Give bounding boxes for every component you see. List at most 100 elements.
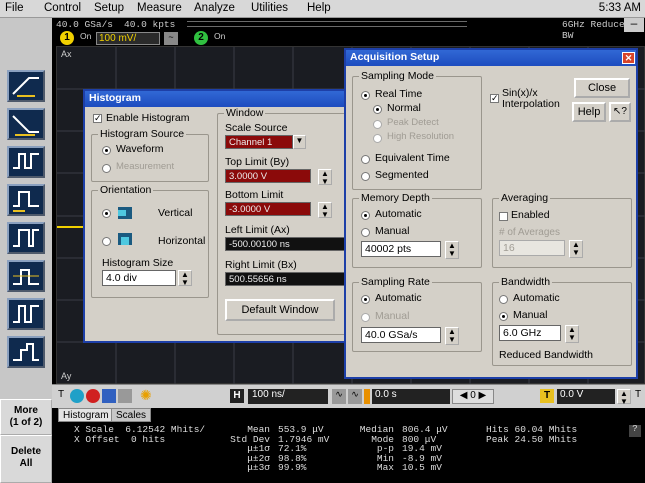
right-limit-field[interactable]: 500.55656 ns bbox=[225, 272, 353, 286]
bottom-limit-spinner[interactable]: ▲ ▼ bbox=[318, 202, 332, 219]
normal-radio[interactable] bbox=[373, 105, 382, 114]
more-button[interactable]: More (1 of 2) bbox=[0, 399, 52, 435]
timebase-fine-icon[interactable]: ∿ bbox=[332, 389, 346, 404]
transition-trigger-button[interactable] bbox=[7, 298, 45, 330]
h-label: H bbox=[233, 390, 241, 401]
timeout-trigger-button[interactable] bbox=[7, 222, 45, 254]
ch1-coupling-icon[interactable]: ~ bbox=[164, 32, 178, 45]
histogram-size-field[interactable]: 4.0 div bbox=[102, 270, 176, 286]
t-marker-left: T bbox=[58, 389, 65, 400]
delete-all-button[interactable]: Delete All bbox=[0, 435, 52, 483]
timebase-coarse-icon[interactable]: ∿ bbox=[348, 389, 362, 404]
minimize-icon[interactable]: – bbox=[624, 17, 644, 32]
print-icon[interactable] bbox=[118, 389, 132, 403]
sampling-rate-spinner[interactable]: ▲ ▼ bbox=[445, 327, 459, 345]
bandwidth-spinner[interactable]: ▲ ▼ bbox=[565, 325, 579, 343]
menu-utilities[interactable]: Utilities bbox=[251, 2, 288, 14]
num-averages-spinner[interactable]: ▲ ▼ bbox=[569, 240, 583, 258]
context-help-button[interactable]: ↖? bbox=[609, 102, 631, 122]
menu-help[interactable]: Help bbox=[307, 2, 331, 14]
bottom-limit-field[interactable]: -3.0000 V bbox=[225, 202, 311, 216]
memory-depth-value: 40002 pts bbox=[365, 243, 412, 255]
help-icon[interactable]: ? bbox=[629, 424, 641, 437]
navigation-control[interactable]: ◀ 0 ▶ bbox=[452, 389, 494, 404]
bw-automatic-radio[interactable] bbox=[499, 295, 508, 304]
equivalent-time-radio[interactable] bbox=[361, 155, 370, 164]
num-averages-value: 16 bbox=[503, 242, 515, 254]
autoscale-icon[interactable]: ✺ bbox=[140, 387, 152, 404]
pulse-width-trigger-button[interactable] bbox=[7, 146, 45, 178]
acquisition-dialog-title[interactable]: Acquisition Setup bbox=[346, 50, 636, 66]
trigger-icon[interactable]: T bbox=[540, 389, 554, 403]
sampling-mode-label: Sampling Mode bbox=[359, 70, 436, 82]
memory-automatic-radio[interactable] bbox=[361, 211, 370, 220]
enable-histogram-label: Enable Histogram bbox=[106, 112, 190, 124]
left-limit-label: Left Limit (Ax) bbox=[225, 224, 290, 236]
bandwidth-value: 6.0 GHz bbox=[503, 327, 542, 339]
chevron-down-icon[interactable]: ▼ bbox=[293, 135, 306, 149]
histogram-dialog-title[interactable]: Histogram bbox=[85, 91, 351, 107]
left-limit-field[interactable]: -500.00100 ns bbox=[225, 237, 353, 251]
real-time-label: Real Time bbox=[375, 88, 423, 100]
pattern-trigger-button[interactable] bbox=[7, 184, 45, 216]
sampling-rate-field[interactable]: 40.0 GSa/s bbox=[361, 327, 441, 343]
top-limit-field[interactable]: 3.0000 V bbox=[225, 169, 311, 183]
measurement-radio[interactable] bbox=[102, 164, 111, 173]
real-time-radio[interactable] bbox=[361, 91, 370, 100]
horizontal-radio[interactable] bbox=[102, 237, 111, 246]
menu-control[interactable]: Control bbox=[44, 2, 81, 14]
orientation-group: Orientation Vertical Horizontal Histogra… bbox=[91, 184, 209, 298]
menu-measure[interactable]: Measure bbox=[137, 2, 182, 14]
single-icon[interactable] bbox=[102, 389, 116, 403]
averaging-enabled-checkbox[interactable] bbox=[499, 212, 508, 221]
runt-trigger-button[interactable] bbox=[7, 260, 45, 292]
ch1-scale-field[interactable]: 100 mV/ bbox=[96, 32, 160, 45]
default-window-button[interactable]: Default Window bbox=[225, 299, 335, 321]
histogram-size-spinner[interactable]: ▲ ▼ bbox=[178, 270, 192, 287]
top-info-bar: 40.0 GSa/s 40.0 kpts 6GHz Reduced BW – 1… bbox=[52, 17, 645, 46]
channel1-button[interactable]: 1 bbox=[60, 31, 74, 45]
acquisition-dialog: Acquisition Setup ✕ Sampling Mode Real T… bbox=[344, 48, 638, 379]
memory-depth-field[interactable]: 40002 pts bbox=[361, 241, 441, 257]
window-trigger-button[interactable] bbox=[7, 336, 45, 368]
help-button[interactable]: Help bbox=[572, 102, 606, 122]
menu-setup[interactable]: Setup bbox=[94, 2, 124, 14]
high-res-radio[interactable] bbox=[373, 134, 382, 143]
enable-histogram-checkbox[interactable]: ✓ bbox=[93, 114, 102, 123]
menu-analyze[interactable]: Analyze bbox=[194, 2, 235, 14]
memory-manual-radio[interactable] bbox=[361, 228, 370, 237]
stop-icon[interactable] bbox=[86, 389, 100, 403]
run-icon[interactable] bbox=[70, 389, 84, 403]
tab-histogram[interactable]: Histogram bbox=[58, 408, 114, 422]
scale-source-dropdown[interactable]: Channel 1 bbox=[225, 135, 293, 149]
sr-manual-radio[interactable] bbox=[361, 313, 370, 322]
tab-scales[interactable]: Scales bbox=[111, 408, 152, 422]
bandwidth-field[interactable]: 6.0 GHz bbox=[499, 325, 561, 341]
trigger-level-field[interactable]: 0.0 V bbox=[557, 389, 615, 404]
segmented-radio[interactable] bbox=[361, 172, 370, 181]
vertical-radio[interactable] bbox=[102, 209, 111, 218]
close-button[interactable]: Close bbox=[574, 78, 630, 98]
memory-depth-spinner[interactable]: ▲ ▼ bbox=[445, 241, 459, 259]
top-limit-spinner[interactable]: ▲ ▼ bbox=[318, 169, 332, 186]
delay-field[interactable]: 0.0 s bbox=[372, 389, 450, 404]
channel2-button[interactable]: 2 bbox=[194, 31, 208, 45]
close-icon[interactable]: ✕ bbox=[622, 52, 635, 64]
waveform-radio[interactable] bbox=[102, 146, 111, 155]
sr-automatic-label: Automatic bbox=[375, 292, 422, 304]
menu-file[interactable]: File bbox=[5, 2, 24, 14]
bw-manual-radio[interactable] bbox=[499, 312, 508, 321]
sr-automatic-radio[interactable] bbox=[361, 295, 370, 304]
timebase-field[interactable]: 100 ns/ bbox=[248, 389, 328, 404]
sinx-checkbox[interactable]: ✓ bbox=[490, 94, 499, 103]
horizontal-icon[interactable]: H bbox=[230, 389, 244, 403]
falling-edge-trigger-button[interactable] bbox=[7, 108, 45, 140]
rising-edge-icon bbox=[12, 77, 39, 97]
num-averages-field[interactable]: 16 bbox=[499, 240, 565, 256]
memory-automatic-label: Automatic bbox=[375, 208, 422, 220]
scale-source-value: Channel 1 bbox=[229, 137, 273, 148]
peak-detect-radio[interactable] bbox=[373, 120, 382, 129]
trigger-level-spinner[interactable]: ▲ ▼ bbox=[617, 389, 631, 406]
sinx-label: Sin(x)/x Interpolation bbox=[502, 87, 560, 110]
rising-edge-trigger-button[interactable] bbox=[7, 70, 45, 102]
